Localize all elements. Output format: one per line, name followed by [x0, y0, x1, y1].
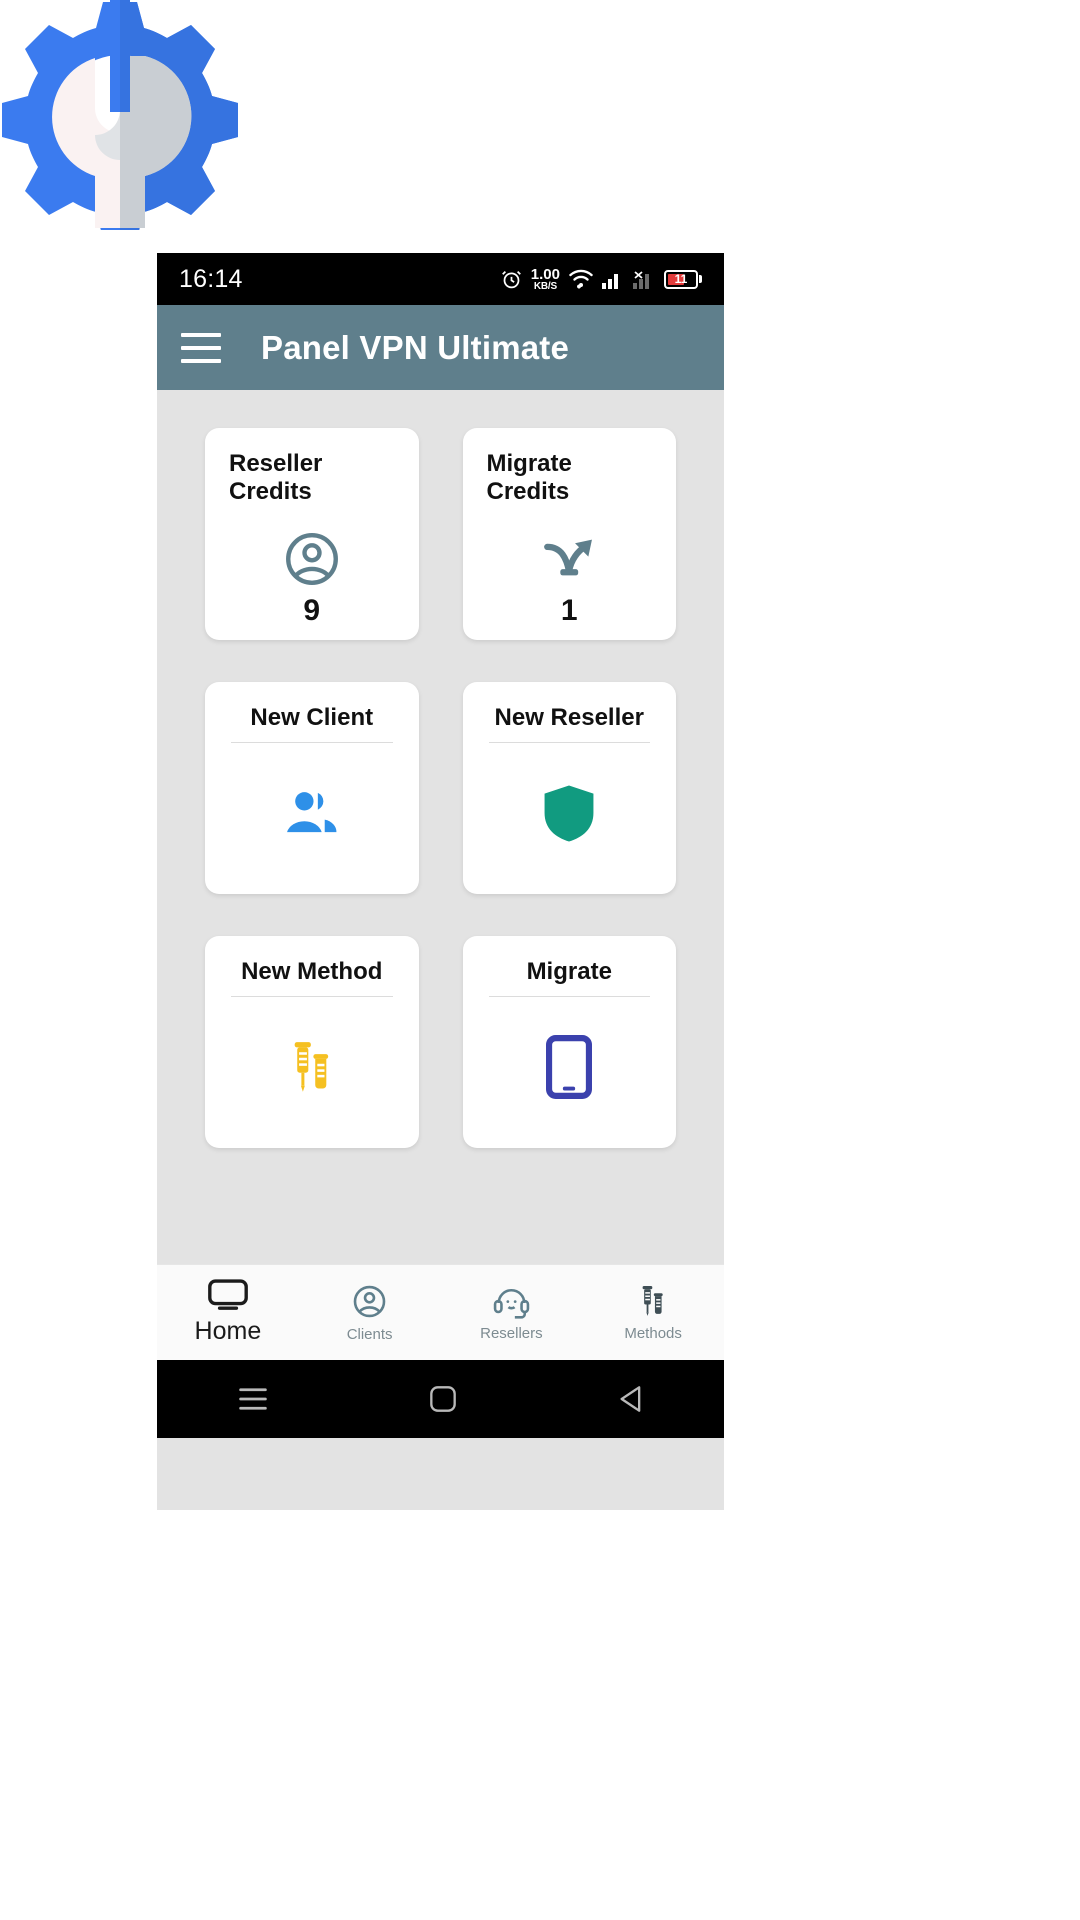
call-split-arrow-icon: [487, 522, 653, 596]
app-bar: Panel VPN Ultimate: [157, 305, 724, 390]
vaccine-syringe-icon: [635, 1283, 671, 1319]
headset-support-icon: [493, 1284, 530, 1319]
network-speed-indicator: 1.00 KB/S: [530, 265, 560, 292]
shield-icon: [487, 749, 653, 876]
home-square-icon[interactable]: [383, 1377, 503, 1421]
card-title: Migrate Credits: [486, 450, 572, 506]
tv-screen-icon: [207, 1279, 249, 1311]
status-bar: 16:14 1.00 KB/S 11: [157, 253, 724, 305]
card-new-method[interactable]: New Method: [205, 936, 419, 1148]
battery-icon: 11: [664, 269, 702, 289]
card-value: 9: [303, 594, 321, 627]
hamburger-menu-icon[interactable]: [181, 332, 221, 363]
nav-item-methods[interactable]: Methods: [582, 1283, 724, 1342]
dashboard-content: Reseller Credits 9 Migrate Credits 1 New…: [157, 390, 724, 1264]
wifi-icon: [569, 269, 593, 289]
nav-label: Methods: [624, 1325, 682, 1342]
nav-label: Home: [194, 1317, 262, 1345]
status-time: 16:14: [179, 264, 243, 293]
nav-label: Clients: [346, 1325, 393, 1343]
card-title: New Reseller: [494, 704, 644, 731]
card-value: 1: [560, 594, 578, 627]
card-reseller-credits[interactable]: Reseller Credits 9: [205, 428, 419, 640]
card-divider: [488, 996, 650, 998]
card-row-2: New Client New Reseller: [205, 682, 676, 894]
card-migrate[interactable]: Migrate: [462, 936, 676, 1148]
card-row-1: Reseller Credits 9 Migrate Credits 1: [205, 428, 676, 640]
gear-wrench-logo: [0, 0, 240, 230]
battery-level: 11: [674, 272, 688, 286]
card-migrate-credits[interactable]: Migrate Credits 1: [462, 428, 676, 640]
card-title: New Method: [241, 958, 383, 985]
card-divider: [231, 742, 393, 744]
people-group-icon: [229, 749, 395, 876]
page-title: Panel VPN Ultimate: [261, 328, 570, 366]
card-divider: [488, 742, 650, 744]
card-new-client[interactable]: New Client: [205, 682, 419, 894]
card-new-reseller[interactable]: New Reseller: [462, 682, 676, 894]
card-title: Reseller Credits: [229, 450, 323, 506]
signal-off-icon: [633, 270, 655, 289]
bottom-navigation: Home Clients Resellers Methods: [157, 1264, 724, 1360]
nav-item-home[interactable]: Home: [157, 1279, 299, 1346]
card-title: Migrate: [526, 958, 612, 985]
recents-icon[interactable]: [192, 1379, 314, 1419]
signal-bars-icon: [602, 270, 624, 289]
alarm-icon: [501, 269, 522, 290]
card-divider: [231, 996, 393, 998]
back-triangle-icon[interactable]: [572, 1377, 690, 1421]
account-circle-icon: [229, 522, 395, 596]
card-title: New Client: [250, 704, 374, 731]
screenshot-root: 16:14 1.00 KB/S 11 Panel VPN Ultimate Re…: [0, 0, 1080, 1920]
phone-screen: 16:14 1.00 KB/S 11 Panel VPN Ultimate Re…: [157, 253, 724, 1510]
nav-item-resellers[interactable]: Resellers: [441, 1284, 583, 1342]
account-circle-icon: [351, 1283, 388, 1320]
card-row-3: New Method Migrate: [205, 936, 676, 1148]
nav-item-clients[interactable]: Clients: [299, 1283, 441, 1343]
vaccine-syringe-icon: [229, 1003, 395, 1130]
nav-label: Resellers: [480, 1324, 543, 1342]
smartphone-icon: [487, 1003, 653, 1130]
android-system-navigation: [157, 1360, 724, 1438]
